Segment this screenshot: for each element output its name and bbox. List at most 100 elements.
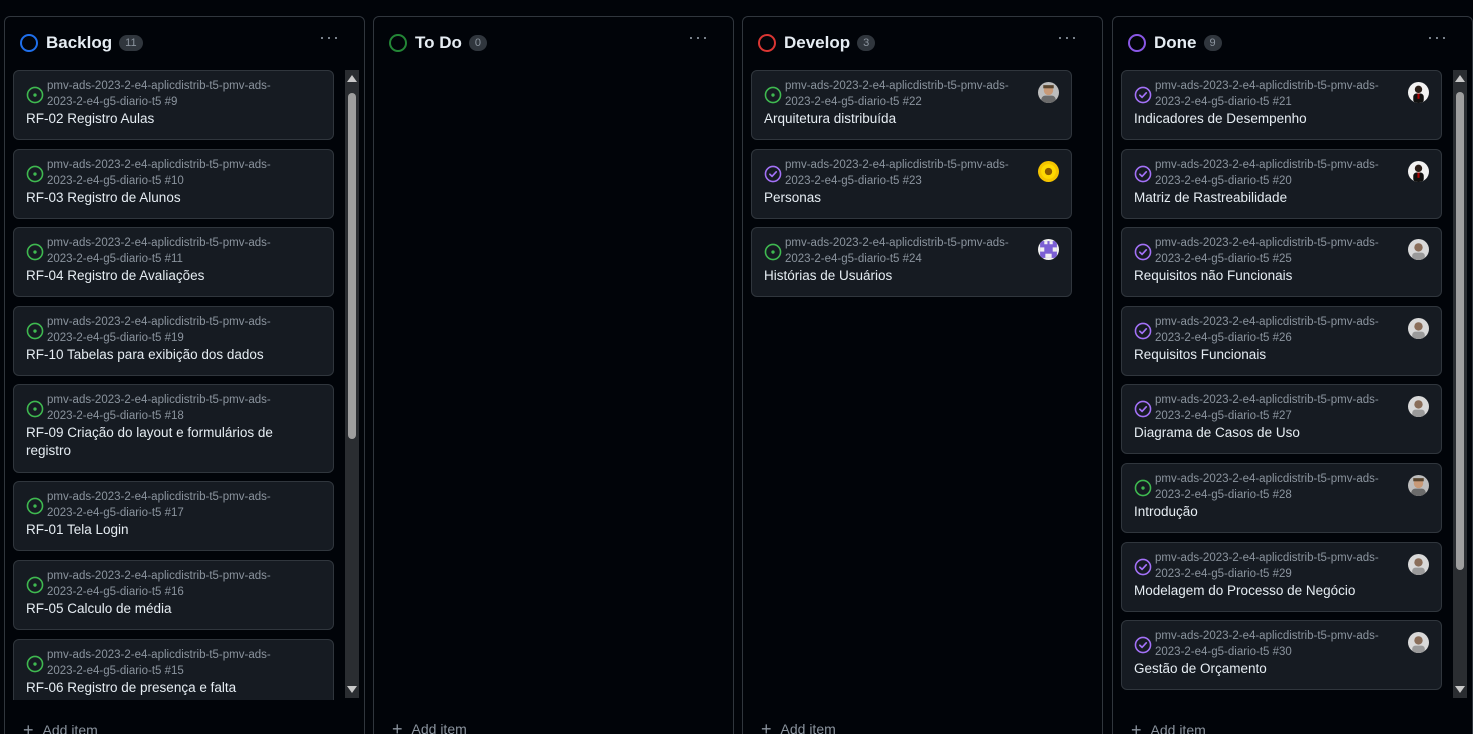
column-menu-icon[interactable]: ···: [1057, 28, 1078, 46]
assignee-avatar[interactable]: [1038, 82, 1059, 103]
issue-card[interactable]: pmv-ads-2023-2-e4-aplicdistrib-t5-pmv-ad…: [1121, 149, 1442, 219]
issue-card[interactable]: pmv-ads-2023-2-e4-aplicdistrib-t5-pmv-ad…: [13, 306, 334, 376]
card-title[interactable]: Modelagem do Processo de Negócio: [1134, 582, 1424, 600]
column-menu-icon[interactable]: ···: [319, 28, 340, 46]
assignee-avatar[interactable]: [1408, 82, 1429, 103]
column-menu-icon[interactable]: ···: [1427, 28, 1448, 46]
issue-card[interactable]: pmv-ads-2023-2-e4-aplicdistrib-t5-pmv-ad…: [1121, 463, 1442, 533]
assignee-avatar[interactable]: [1408, 161, 1429, 182]
card-title[interactable]: Gestão de Orçamento: [1134, 660, 1424, 678]
card-title[interactable]: Arquitetura distribuída: [764, 110, 1054, 128]
assignee-avatar[interactable]: [1408, 239, 1429, 260]
column-header: Develop 3 ···: [743, 17, 1102, 69]
card-title[interactable]: Personas: [764, 189, 1054, 207]
card-repo-link[interactable]: pmv-ads-2023-2-e4-aplicdistrib-t5-pmv-ad…: [785, 235, 1025, 267]
issue-card[interactable]: pmv-ads-2023-2-e4-aplicdistrib-t5-pmv-ad…: [13, 149, 334, 219]
closed-issue-icon: [1134, 636, 1152, 654]
issue-card[interactable]: pmv-ads-2023-2-e4-aplicdistrib-t5-pmv-ad…: [751, 70, 1072, 140]
card-title[interactable]: RF-03 Registro de Alunos: [26, 189, 316, 207]
column-menu-icon[interactable]: ···: [688, 28, 709, 46]
issue-card[interactable]: pmv-ads-2023-2-e4-aplicdistrib-t5-pmv-ad…: [1121, 70, 1442, 140]
open-issue-icon: [1134, 479, 1152, 497]
card-repo-link[interactable]: pmv-ads-2023-2-e4-aplicdistrib-t5-pmv-ad…: [1155, 235, 1395, 267]
add-item-button[interactable]: + Add item: [392, 720, 467, 734]
card-repo-link[interactable]: pmv-ads-2023-2-e4-aplicdistrib-t5-pmv-ad…: [1155, 392, 1395, 424]
card-repo-link[interactable]: pmv-ads-2023-2-e4-aplicdistrib-t5-pmv-ad…: [1155, 628, 1395, 660]
card-title[interactable]: Requisitos não Funcionais: [1134, 267, 1424, 285]
card-title[interactable]: RF-01 Tela Login: [26, 521, 316, 539]
scroll-down-icon[interactable]: [347, 686, 357, 693]
scrollbar-thumb[interactable]: [348, 93, 356, 439]
issue-card[interactable]: pmv-ads-2023-2-e4-aplicdistrib-t5-pmv-ad…: [1121, 306, 1442, 376]
card-repo-link[interactable]: pmv-ads-2023-2-e4-aplicdistrib-t5-pmv-ad…: [47, 235, 287, 267]
scroll-down-icon[interactable]: [1455, 686, 1465, 693]
assignee-avatar[interactable]: [1038, 239, 1059, 260]
card-title[interactable]: Matriz de Rastreabilidade: [1134, 189, 1424, 207]
card-title[interactable]: Introdução: [1134, 503, 1424, 521]
scroll-up-icon[interactable]: [347, 75, 357, 82]
closed-issue-icon: [1134, 400, 1152, 418]
add-item-button[interactable]: + Add item: [761, 720, 836, 734]
issue-card[interactable]: pmv-ads-2023-2-e4-aplicdistrib-t5-pmv-ad…: [751, 227, 1072, 297]
column-title: To Do: [415, 33, 462, 52]
issue-card[interactable]: pmv-ads-2023-2-e4-aplicdistrib-t5-pmv-ad…: [13, 70, 334, 140]
card-repo-link[interactable]: pmv-ads-2023-2-e4-aplicdistrib-t5-pmv-ad…: [47, 392, 287, 424]
issue-card[interactable]: pmv-ads-2023-2-e4-aplicdistrib-t5-pmv-ad…: [13, 481, 334, 551]
card-list: pmv-ads-2023-2-e4-aplicdistrib-t5-pmv-ad…: [751, 70, 1073, 700]
card-repo-link[interactable]: pmv-ads-2023-2-e4-aplicdistrib-t5-pmv-ad…: [1155, 157, 1395, 189]
card-repo-link[interactable]: pmv-ads-2023-2-e4-aplicdistrib-t5-pmv-ad…: [1155, 314, 1395, 346]
card-repo-link[interactable]: pmv-ads-2023-2-e4-aplicdistrib-t5-pmv-ad…: [47, 489, 287, 521]
card-repo-link[interactable]: pmv-ads-2023-2-e4-aplicdistrib-t5-pmv-ad…: [785, 157, 1025, 189]
assignee-avatar[interactable]: [1408, 475, 1429, 496]
card-repo-link[interactable]: pmv-ads-2023-2-e4-aplicdistrib-t5-pmv-ad…: [1155, 78, 1395, 110]
status-circle-icon: [1128, 34, 1146, 52]
card-repo-link[interactable]: pmv-ads-2023-2-e4-aplicdistrib-t5-pmv-ad…: [1155, 550, 1395, 582]
issue-card[interactable]: pmv-ads-2023-2-e4-aplicdistrib-t5-pmv-ad…: [751, 149, 1072, 219]
card-repo-link[interactable]: pmv-ads-2023-2-e4-aplicdistrib-t5-pmv-ad…: [785, 78, 1025, 110]
card-title[interactable]: RF-04 Registro de Avaliações: [26, 267, 316, 285]
card-title[interactable]: Indicadores de Desempenho: [1134, 110, 1424, 128]
issue-card[interactable]: pmv-ads-2023-2-e4-aplicdistrib-t5-pmv-ad…: [13, 639, 334, 700]
assignee-avatar[interactable]: [1038, 161, 1059, 182]
card-title[interactable]: RF-10 Tabelas para exibição dos dados: [26, 346, 316, 364]
card-repo-link[interactable]: pmv-ads-2023-2-e4-aplicdistrib-t5-pmv-ad…: [47, 647, 287, 679]
closed-issue-icon: [1134, 165, 1152, 183]
assignee-avatar[interactable]: [1408, 554, 1429, 575]
card-title[interactable]: Histórias de Usuários: [764, 267, 1054, 285]
open-issue-icon: [26, 243, 44, 261]
card-title[interactable]: RF-05 Calculo de média: [26, 600, 316, 618]
issue-card[interactable]: pmv-ads-2023-2-e4-aplicdistrib-t5-pmv-ad…: [13, 560, 334, 630]
card-repo-link[interactable]: pmv-ads-2023-2-e4-aplicdistrib-t5-pmv-ad…: [1155, 471, 1395, 503]
card-title[interactable]: RF-09 Criação do layout e formulários de…: [26, 424, 316, 460]
card-repo-link[interactable]: pmv-ads-2023-2-e4-aplicdistrib-t5-pmv-ad…: [47, 314, 287, 346]
assignee-avatar[interactable]: [1408, 632, 1429, 653]
column-scrollbar[interactable]: [345, 70, 359, 698]
column-scrollbar[interactable]: [1453, 70, 1467, 698]
card-repo-link[interactable]: pmv-ads-2023-2-e4-aplicdistrib-t5-pmv-ad…: [47, 78, 287, 110]
assignee-avatar[interactable]: [1408, 318, 1429, 339]
card-title[interactable]: RF-02 Registro Aulas: [26, 110, 316, 128]
column-header: To Do 0 ···: [374, 17, 733, 69]
issue-card[interactable]: pmv-ads-2023-2-e4-aplicdistrib-t5-pmv-ad…: [13, 384, 334, 473]
issue-card[interactable]: pmv-ads-2023-2-e4-aplicdistrib-t5-pmv-ad…: [1121, 227, 1442, 297]
issue-card[interactable]: pmv-ads-2023-2-e4-aplicdistrib-t5-pmv-ad…: [1121, 384, 1442, 454]
open-issue-icon: [26, 165, 44, 183]
issue-card[interactable]: pmv-ads-2023-2-e4-aplicdistrib-t5-pmv-ad…: [1121, 542, 1442, 612]
column-count-badge: 0: [468, 35, 488, 51]
issue-card[interactable]: pmv-ads-2023-2-e4-aplicdistrib-t5-pmv-ad…: [13, 227, 334, 297]
card-repo-link[interactable]: pmv-ads-2023-2-e4-aplicdistrib-t5-pmv-ad…: [47, 568, 287, 600]
card-title[interactable]: Diagrama de Casos de Uso: [1134, 424, 1424, 442]
column-count-badge: 9: [1203, 35, 1222, 51]
column-title: Backlog: [46, 33, 113, 52]
closed-issue-icon: [764, 165, 782, 183]
scrollbar-thumb[interactable]: [1456, 92, 1464, 570]
card-repo-link[interactable]: pmv-ads-2023-2-e4-aplicdistrib-t5-pmv-ad…: [47, 157, 287, 189]
add-item-button[interactable]: + Add item: [23, 721, 98, 734]
assignee-avatar[interactable]: [1408, 396, 1429, 417]
scroll-up-icon[interactable]: [1455, 75, 1465, 82]
card-title[interactable]: Requisitos Funcionais: [1134, 346, 1424, 364]
add-item-button[interactable]: + Add item: [1131, 721, 1206, 734]
card-title[interactable]: RF-06 Registro de presença e falta: [26, 679, 316, 697]
issue-card[interactable]: pmv-ads-2023-2-e4-aplicdistrib-t5-pmv-ad…: [1121, 620, 1442, 690]
closed-issue-icon: [1134, 86, 1152, 104]
